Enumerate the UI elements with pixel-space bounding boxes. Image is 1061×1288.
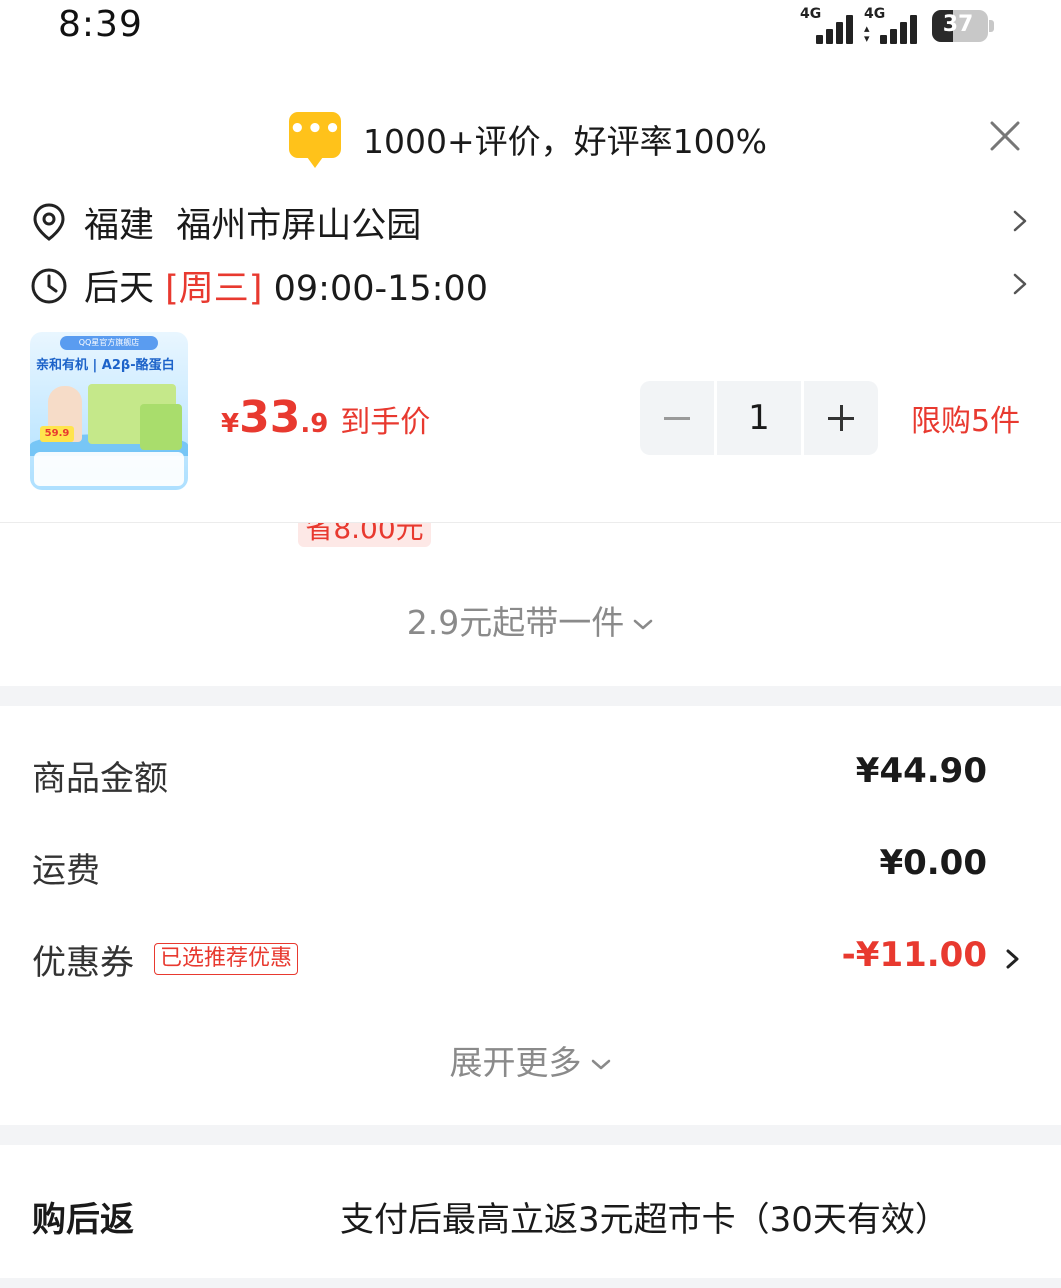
shipping-value: ¥0.00 <box>879 843 987 883</box>
address-row[interactable]: 福建 福州市屏山公园 <box>0 193 1061 249</box>
product-row: QQ星官方旗舰店 亲和有机 | A2β-酪蛋白 59.9 ¥33.9 到手价 1 … <box>0 330 1061 492</box>
cashback-label: 购后返 <box>32 1200 134 1240</box>
section-divider <box>0 686 1061 706</box>
thumbnail-footer <box>34 452 184 486</box>
goods-amount-row: 商品金额 ¥44.90 <box>0 745 1061 805</box>
addon-link[interactable]: 2.9元起带一件 <box>0 596 1061 644</box>
shipping-label: 运费 <box>32 851 100 891</box>
thumbnail-title: 亲和有机 | A2β-酪蛋白 <box>36 358 175 373</box>
address-text: 福建 福州市屏山公园 <box>84 197 421 248</box>
price-label: 到手价 <box>340 405 431 440</box>
goods-amount-label: 商品金额 <box>32 759 168 799</box>
review-summary: 1000+评价，好评率100% <box>363 122 767 161</box>
delivery-text: 后天 [周三] 09:00-15:00 <box>84 260 488 311</box>
clock-icon <box>31 268 67 304</box>
chevron-down-icon <box>633 619 653 629</box>
signal-2-icon: 4G ▴ ▾ <box>864 6 920 44</box>
delivery-day: 后天 <box>84 269 155 309</box>
thumbnail-banner: QQ星官方旗舰店 <box>60 336 158 350</box>
expand-more-text: 展开更多 <box>449 1043 582 1082</box>
divider <box>0 522 1061 523</box>
final-price: ¥33.9 到手价 <box>221 392 431 443</box>
purchase-limit: 限购5件 <box>911 404 1021 439</box>
chevron-right-icon <box>1013 210 1027 232</box>
thumbnail-price-tag: 59.9 <box>40 426 74 442</box>
close-icon[interactable] <box>986 117 1024 155</box>
chevron-right-icon <box>1006 949 1019 969</box>
section-divider <box>0 1125 1061 1145</box>
review-banner[interactable]: ••• 1000+评价，好评率100% <box>0 105 1061 171</box>
cashback-text: 支付后最高立返3元超市卡（30天有效） <box>340 1200 949 1240</box>
delivery-time-range: 09:00-15:00 <box>273 269 488 309</box>
quantity-stepper: 1 <box>640 381 878 455</box>
address-province: 福建 <box>84 206 155 246</box>
expand-more-button[interactable]: 展开更多 <box>0 1036 1061 1084</box>
battery-icon: 37 <box>932 10 988 42</box>
status-bar: 8:39 4G 4G ▴ ▾ 37 <box>0 0 1061 60</box>
savings-badge: 省8.00元 <box>298 523 431 547</box>
decrease-quantity-button[interactable] <box>640 381 714 455</box>
battery-tip <box>989 20 994 32</box>
chevron-right-icon <box>1013 273 1027 295</box>
chat-bubble-icon: ••• <box>289 112 341 168</box>
delivery-weekday: [周三] <box>165 269 263 309</box>
addon-text: 2.9元起带一件 <box>406 603 625 642</box>
signal-1-icon: 4G <box>800 6 856 44</box>
shipping-row: 运费 ¥0.00 <box>0 837 1061 897</box>
cashback-row: 购后返 支付后最高立返3元超市卡（30天有效） <box>0 1188 1061 1248</box>
address-detail: 福州市屏山公园 <box>176 206 422 246</box>
milk-box-image-2 <box>140 404 182 450</box>
status-time: 8:39 <box>58 4 143 45</box>
coupon-label: 优惠券 <box>32 943 134 983</box>
section-divider <box>0 1278 1061 1288</box>
delivery-time-row[interactable]: 后天 [周三] 09:00-15:00 <box>0 256 1061 312</box>
increase-quantity-button[interactable] <box>804 381 878 455</box>
goods-amount-value: ¥44.90 <box>855 751 987 791</box>
product-thumbnail[interactable]: QQ星官方旗舰店 亲和有机 | A2β-酪蛋白 59.9 <box>30 332 188 490</box>
chevron-down-icon <box>591 1059 610 1069</box>
coupon-row[interactable]: 优惠券 已选推荐优惠 -¥11.00 <box>0 929 1061 989</box>
location-pin-icon <box>33 203 65 241</box>
quantity-value[interactable]: 1 <box>717 381 801 455</box>
coupon-badge: 已选推荐优惠 <box>154 943 299 975</box>
coupon-value: -¥11.00 <box>841 935 987 975</box>
